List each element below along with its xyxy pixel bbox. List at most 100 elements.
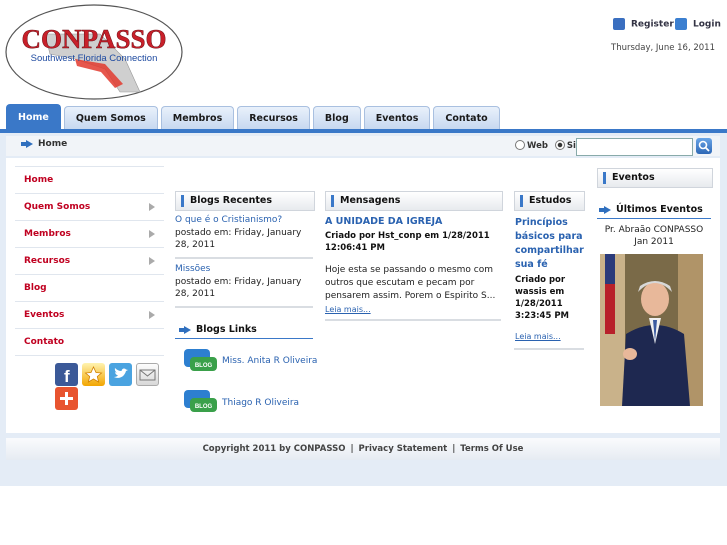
arrow-right-icon (179, 325, 191, 334)
left-menu-label: Contato (24, 337, 65, 347)
blog-post-link[interactable]: Missões (175, 264, 313, 274)
footer-separator: | (452, 444, 456, 454)
ultimos-eventos-header: Últimos Eventos (598, 204, 703, 215)
left-menu-eventos[interactable]: Eventos (15, 301, 164, 328)
tab-quem-somos[interactable]: Quem Somos (63, 106, 158, 131)
divider (514, 348, 584, 350)
tab-home[interactable]: Home (6, 104, 61, 131)
left-menu: Home Quem Somos Membros Recursos Blog Ev… (15, 166, 164, 356)
submenu-arrow-icon (149, 230, 155, 238)
footer-separator: | (350, 444, 354, 454)
estudos-header: Estudos (514, 191, 585, 211)
blog-icon-text: BLOG (195, 363, 213, 369)
eventos-header: Eventos (597, 168, 713, 188)
logo-wordmark: CONPASSO (21, 24, 166, 54)
mensagens-content: A UNIDADE DA IGREJA Criado por Hst_conp … (325, 216, 502, 317)
register-link[interactable]: Register (613, 18, 674, 30)
mensagem-body: Hoje esta se passando o mesmo com outros… (325, 265, 496, 301)
search-web-label: Web (527, 140, 548, 151)
evento-photo[interactable] (600, 254, 703, 406)
left-menu-label: Blog (24, 283, 47, 293)
logo-tagline: Southwest Florida Connection (31, 53, 158, 64)
left-menu-recursos[interactable]: Recursos (15, 247, 164, 274)
evento-caption-date: Jan 2011 (634, 237, 674, 247)
left-menu-label: Home (24, 175, 54, 185)
submenu-arrow-icon (149, 203, 155, 211)
estudos-content: Princípios básicos para compartilhar sua… (515, 216, 585, 341)
tab-contato[interactable]: Contato (433, 106, 500, 131)
twitter-icon[interactable] (109, 363, 132, 386)
search-web-option[interactable]: Web (515, 140, 548, 151)
divider (175, 306, 313, 308)
breadcrumb-home[interactable]: Home (38, 139, 67, 149)
blog-icon-text: BLOG (195, 404, 213, 410)
arrow-right-icon (21, 139, 33, 148)
ultimos-eventos-title: Últimos Eventos (616, 204, 703, 215)
share-plus-icon[interactable] (55, 387, 78, 410)
mensagem-excerpt: Hoje esta se passando o mesmo com outros… (325, 264, 502, 317)
left-menu-label: Quem Somos (24, 202, 91, 212)
mensagem-read-more[interactable]: Leia mais... (325, 305, 371, 314)
blogs-recentes-header: Blogs Recentes (175, 191, 315, 211)
left-menu-label: Membros (24, 229, 71, 239)
divider (175, 257, 313, 259)
estudo-read-more[interactable]: Leia mais... (515, 332, 585, 341)
blog-post-link[interactable]: O que é o Cristianismo? (175, 215, 313, 225)
breadcrumb: Home (18, 139, 67, 149)
left-menu-membros[interactable]: Membros (15, 220, 164, 247)
mensagens-header: Mensagens (325, 191, 503, 211)
blog-icon: BLOG (184, 390, 217, 414)
blog-post-date: postado em: Friday, January 28, 2011 (175, 277, 302, 299)
left-menu-contato[interactable]: Contato (15, 328, 164, 356)
login-label: Login (693, 19, 721, 30)
estudo-meta: Criado por wassis em 1/28/2011 3:23:45 P… (515, 275, 570, 321)
blogs-links-header: Blogs Links (178, 324, 257, 335)
favorite-star-icon[interactable] (82, 363, 105, 386)
divider (175, 338, 313, 339)
email-icon[interactable] (136, 363, 159, 386)
current-date: Thursday, June 16, 2011 (611, 43, 715, 53)
footer-copyright: Copyright 2011 by CONPASSO (202, 444, 346, 454)
submenu-arrow-icon (149, 311, 155, 319)
register-label: Register (631, 19, 674, 30)
mensagem-title-link[interactable]: A UNIDADE DA IGREJA (325, 216, 502, 227)
blogs-recentes-list-2: Missões postado em: Friday, January 28, … (175, 264, 313, 300)
left-menu-home[interactable]: Home (15, 166, 164, 193)
user-icon (613, 18, 625, 30)
left-menu-label: Recursos (24, 256, 71, 266)
blogs-links-title: Blogs Links (196, 324, 257, 335)
blog-link-thiago[interactable]: Thiago R Oliveira (222, 398, 299, 408)
left-menu-quem-somos[interactable]: Quem Somos (15, 193, 164, 220)
terms-link[interactable]: Terms Of Use (460, 444, 523, 454)
radio-site[interactable] (554, 140, 565, 150)
mensagem-meta: Criado por Hst_conp em 1/28/2011 12:06:4… (325, 231, 490, 253)
main-nav: Home Quem Somos Membros Recursos Blog Ev… (6, 104, 500, 131)
footer: Copyright 2011 by CONPASSO | Privacy State… (6, 438, 720, 460)
tab-blog[interactable]: Blog (312, 106, 361, 131)
tab-membros[interactable]: Membros (160, 106, 235, 131)
divider (597, 218, 711, 219)
login-link[interactable]: Login (675, 18, 721, 30)
left-menu-blog[interactable]: Blog (15, 274, 164, 301)
radio-web[interactable] (515, 140, 525, 150)
blogs-recentes-list: O que é o Cristianismo? postado em: Frid… (175, 215, 313, 251)
evento-caption: Pr. Abraão CONPASSO Jan 2011 (597, 224, 711, 248)
search-icon (698, 140, 710, 152)
blog-icon: BLOG (184, 349, 217, 373)
tab-recursos[interactable]: Recursos (237, 106, 310, 131)
submenu-arrow-icon (149, 257, 155, 265)
svg-text:f: f (64, 367, 70, 386)
divider (325, 319, 501, 321)
login-pencil-icon (675, 18, 687, 30)
privacy-link[interactable]: Privacy Statement (359, 444, 448, 454)
search-input[interactable] (576, 138, 693, 156)
blog-post-date: postado em: Friday, January 28, 2011 (175, 228, 302, 250)
estudo-title-link[interactable]: Princípios básicos para compartilhar sua… (515, 216, 585, 272)
facebook-icon[interactable]: f (55, 363, 78, 386)
evento-caption-title: Pr. Abraão CONPASSO (604, 225, 704, 235)
arrow-right-icon (599, 205, 611, 214)
tab-eventos[interactable]: Eventos (363, 106, 431, 131)
blog-link-anita[interactable]: Miss. Anita R Oliveira (222, 356, 317, 366)
search-button[interactable] (696, 138, 712, 154)
conpasso-logo[interactable]: CONPASSO Southwest Florida Connection (5, 4, 183, 101)
